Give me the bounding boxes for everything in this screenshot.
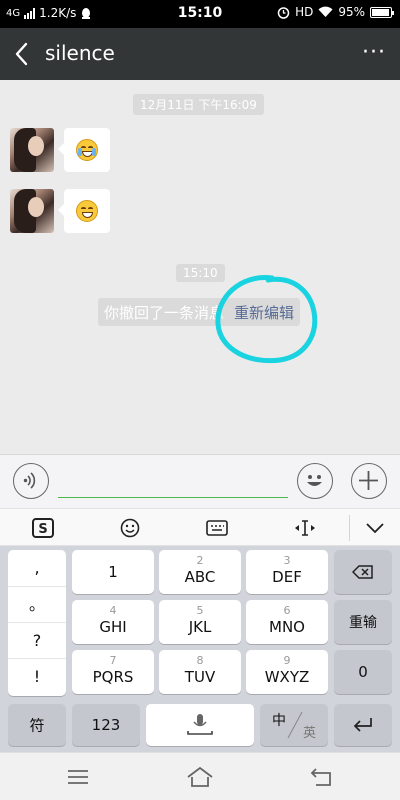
more-button[interactable] [351,463,387,499]
voice-icon [23,472,36,489]
timestamp-label: 15:10 [176,264,225,282]
navigation-bar [0,752,400,800]
key-label: 0 [358,663,368,681]
language-switch-key[interactable]: 中 英 [260,704,328,746]
alarm-icon [277,6,290,19]
delete-key[interactable] [334,550,392,594]
re-edit-link[interactable]: 重新编辑 [234,302,294,323]
punctuation-column[interactable]: , 。 ? ! [8,550,66,696]
lang-en: 英 [302,726,316,741]
number-switch-key[interactable]: 123 [72,704,140,746]
key-label: JKL [188,618,212,636]
key-label: 123 [91,716,121,734]
key-label: 重输 [349,615,377,631]
key-label: WXYZ [264,668,310,686]
reenter-key[interactable]: 重输 [334,600,392,644]
punct-key[interactable]: 。 [8,586,66,622]
key-5[interactable]: 5 JKL [159,600,241,644]
microphone-icon [187,714,213,735]
key-number: 4 [109,604,117,617]
chat-area[interactable]: 12月11日 下午16:09 15:10 你撤回了一条消息 重新编辑 [0,80,400,454]
space-key[interactable] [146,704,254,746]
slash-divider [287,711,303,739]
key-9[interactable]: 9 WXYZ [246,650,328,694]
recall-notice: 你撤回了一条消息 重新编辑 [98,298,301,326]
collapse-icon[interactable] [363,517,387,539]
punct-key[interactable]: ! [8,658,66,694]
lang-zh: 中 [272,713,286,729]
key-number: 8 [196,654,204,667]
home-icon[interactable] [186,765,214,789]
chat-header: silence ··· [0,28,400,80]
key-label: TUV [184,668,216,686]
avatar[interactable] [10,128,54,172]
enter-key[interactable] [334,704,392,746]
key-7[interactable]: 7 PQRS [72,650,154,694]
crying-face-icon [76,139,98,161]
key-4[interactable]: 4 GHI [72,600,154,644]
backspace-icon [352,565,373,579]
key-label: PQRS [92,668,134,686]
key-label: DEF [272,568,302,586]
voice-button[interactable] [13,463,49,499]
message-bubble[interactable] [58,128,110,172]
back-nav-icon[interactable] [308,765,336,789]
key-6[interactable]: 6 MNO [246,600,328,644]
key-label: 1 [108,563,118,581]
key-label: GHI [99,618,127,636]
key-0[interactable]: 0 [334,650,392,694]
emoji-button[interactable] [297,463,333,499]
key-label: 符 [29,716,45,735]
key-number: 7 [109,654,117,667]
grinning-face-icon [76,200,98,222]
emoji-icon[interactable] [118,517,142,539]
status-right: HD 95% [277,5,394,19]
key-label: MNO [269,618,305,636]
key-number: 3 [283,554,291,567]
key-number: 9 [283,654,291,667]
battery-fill [372,8,390,16]
input-bar [0,454,400,508]
cursor-icon[interactable] [293,517,317,539]
battery-percent: 95% [338,5,365,19]
key-number: 2 [196,554,204,567]
battery-icon [370,6,394,18]
more-options-icon[interactable]: ··· [362,40,386,65]
key-2[interactable]: 2 ABC [159,550,241,594]
back-arrow-icon[interactable] [12,41,34,67]
recall-text: 你撤回了一条消息 [104,303,225,322]
key-number: 5 [196,604,204,617]
key-8[interactable]: 8 TUV [159,650,241,694]
timestamp-label: 12月11日 下午16:09 [133,94,264,115]
key-number: 6 [283,604,291,617]
plus-icon [359,471,378,490]
wifi-icon [318,6,333,18]
avatar[interactable] [10,189,54,233]
message-bubble[interactable] [58,189,110,233]
punct-key[interactable]: ? [8,622,66,658]
key-1[interactable]: 1 [72,550,154,594]
enter-icon [353,718,372,732]
key-3[interactable]: 3 DEF [246,550,328,594]
punct-key[interactable]: , [8,550,66,586]
key-label: ABC [184,568,216,586]
chat-title: silence [45,41,115,65]
status-bar: 4G 1.2K/s 15:10 HD 95% [0,0,400,28]
symbol-key[interactable]: 符 [8,704,66,746]
message-input[interactable] [58,497,288,498]
sogou-logo-icon[interactable]: S [31,517,55,539]
ime-toolbar: S [0,508,400,546]
hd-label: HD [295,5,314,19]
smiley-icon [307,475,322,486]
keyboard: , 。 ? ! 1 2 ABC 3 DEF 4 GHI 5 JKL 6 MNO … [0,546,400,752]
keyboard-icon[interactable] [205,517,229,539]
svg-text:S: S [38,522,47,537]
menu-icon[interactable] [64,765,92,789]
